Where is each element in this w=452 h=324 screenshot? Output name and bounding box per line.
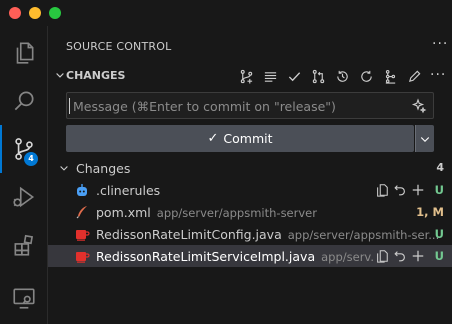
remote-explorer-button[interactable]: [0, 274, 48, 322]
history-icon: [336, 70, 348, 82]
stage-changes-button[interactable]: [409, 247, 427, 265]
refresh-icon: [360, 70, 372, 82]
view-as-list-button[interactable]: [261, 67, 279, 85]
search-icon: [14, 91, 34, 111]
file-status: 1, M: [416, 205, 444, 219]
refresh-button[interactable]: [357, 67, 375, 85]
section-more-actions-button[interactable]: ···: [430, 67, 446, 83]
file-name-text: RedissonRateLimitServiceImpl.java: [96, 249, 316, 264]
changes-section-label: CHANGES: [66, 69, 126, 82]
changes-group-label: Changes: [76, 161, 131, 176]
edit-button[interactable]: [405, 67, 423, 85]
panel-title: SOURCE CONTROL: [66, 40, 172, 53]
stage-changes-button[interactable]: [409, 181, 427, 199]
git-graph-button[interactable]: [381, 67, 399, 85]
chevron-down-icon: [420, 137, 430, 143]
file-status: U: [434, 227, 444, 241]
pull-request-icon: [312, 69, 324, 83]
commit-message-input[interactable]: Message (⌘Enter to commit on "release"): [66, 92, 434, 119]
explorer-button[interactable]: [0, 29, 48, 77]
run-debug-icon: [13, 186, 35, 208]
file-path: app/server/appsmith-server: [156, 206, 317, 220]
cline-icon: [77, 184, 87, 196]
source-control-panel: SOURCE CONTROL ··· CHANGES ··· Message (…: [48, 26, 452, 324]
discard-changes-button[interactable]: [391, 181, 409, 199]
list-item[interactable]: RedissonRateLimitServiceImpl.java app/ser…: [48, 245, 452, 267]
file-status: U: [434, 249, 444, 263]
open-file-icon: [377, 250, 388, 263]
graph-icon: [240, 69, 252, 84]
title-bar: [0, 0, 452, 26]
row-actions: [373, 181, 427, 199]
discard-icon: [394, 251, 405, 262]
sparkle-icon[interactable]: [411, 98, 427, 114]
history-button[interactable]: [333, 67, 351, 85]
plus-icon: [412, 184, 424, 196]
plus-icon: [412, 250, 424, 262]
java-icon: [76, 252, 90, 263]
source-control-badge: 4: [24, 152, 38, 166]
list-icon: [264, 71, 276, 82]
zoom-window-button[interactable]: [49, 7, 61, 19]
file-name-text: pom.xml: [96, 205, 151, 220]
search-button[interactable]: [0, 77, 48, 125]
open-file-icon: [377, 184, 388, 197]
extensions-icon: [14, 234, 34, 256]
run-debug-button[interactable]: [0, 173, 48, 221]
check-icon: [288, 71, 300, 81]
extensions-button[interactable]: [0, 221, 48, 269]
open-file-button[interactable]: [373, 247, 391, 265]
check-icon: ✓: [207, 131, 219, 146]
commit-dropdown-button[interactable]: [415, 125, 434, 152]
changes-group-header[interactable]: Changes 4: [48, 157, 452, 179]
git-graph-icon: [385, 69, 395, 84]
commit-message-placeholder: Message (⌘Enter to commit on "release"): [73, 99, 336, 114]
file-name: .clinerules: [96, 183, 161, 198]
changes-count: 4: [436, 161, 444, 174]
changes-section-header[interactable]: CHANGES ···: [48, 64, 452, 88]
panel-more-actions-button[interactable]: ···: [432, 36, 448, 52]
maven-icon: [76, 206, 87, 219]
file-name: RedissonRateLimitConfig.java app/server/a…: [96, 227, 439, 242]
pull-request-button[interactable]: [309, 67, 327, 85]
file-status: U: [434, 183, 444, 197]
chevron-down-icon: [60, 166, 68, 171]
chevron-down-icon: [56, 73, 64, 78]
active-indicator: [0, 125, 2, 173]
file-name: RedissonRateLimitServiceImpl.java app/ser…: [96, 249, 381, 264]
remote-explorer-icon: [13, 288, 35, 309]
file-name-text: RedissonRateLimitConfig.java: [96, 227, 282, 242]
graph-button[interactable]: [237, 67, 255, 85]
input-cursor: [69, 98, 70, 114]
source-control-button[interactable]: 4: [0, 125, 48, 173]
commit-button[interactable]: ✓ Commit: [66, 125, 414, 152]
commit-button-label: Commit: [223, 131, 273, 146]
edit-icon: [408, 70, 420, 82]
close-window-button[interactable]: [9, 7, 21, 19]
list-item[interactable]: pom.xml app/server/appsmith-server 1, M: [48, 201, 452, 223]
minimize-window-button[interactable]: [29, 7, 41, 19]
discard-icon: [394, 185, 405, 196]
list-item[interactable]: .clinerules U: [48, 179, 452, 201]
list-item[interactable]: RedissonRateLimitConfig.java app/server/a…: [48, 223, 452, 245]
activity-bar: 4: [0, 26, 48, 324]
discard-changes-button[interactable]: [391, 247, 409, 265]
files-icon: [16, 42, 34, 64]
java-icon: [76, 230, 90, 241]
open-file-button[interactable]: [373, 181, 391, 199]
commit-check-button[interactable]: [285, 67, 303, 85]
row-actions: [373, 247, 427, 265]
file-name: pom.xml app/server/appsmith-server: [96, 205, 317, 220]
file-path: app/server/appsmith-ser...: [287, 228, 440, 242]
